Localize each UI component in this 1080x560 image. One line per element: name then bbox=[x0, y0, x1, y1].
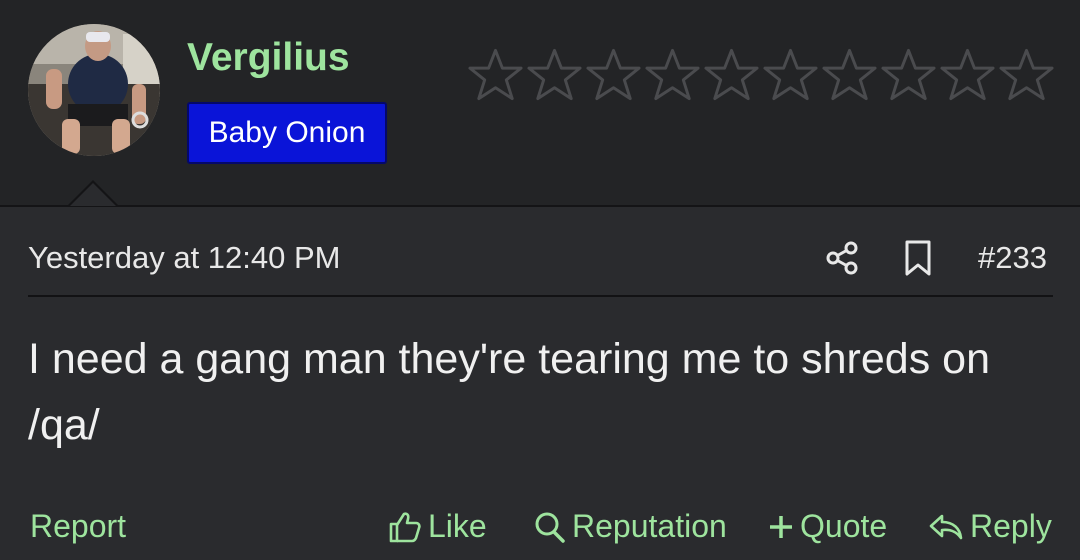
like-button[interactable]: Like bbox=[388, 508, 487, 545]
thumbs-up-icon bbox=[389, 511, 421, 542]
share-icon[interactable] bbox=[824, 240, 860, 276]
star-icon bbox=[881, 48, 936, 101]
rating-stars bbox=[466, 46, 1056, 104]
star-icon bbox=[763, 48, 818, 101]
star-icon bbox=[468, 48, 523, 101]
username[interactable]: Vergilius bbox=[187, 36, 350, 80]
reputation-label: Reputation bbox=[572, 508, 727, 544]
reply-button[interactable]: Reply bbox=[928, 508, 1052, 545]
user-title-badge: Baby Onion bbox=[187, 102, 387, 164]
plus-icon bbox=[770, 515, 792, 538]
reply-arrow-icon bbox=[929, 514, 963, 539]
like-label: Like bbox=[428, 508, 487, 544]
star-icon bbox=[704, 48, 759, 101]
reputation-button[interactable]: Reputation bbox=[534, 508, 727, 545]
report-label: Report bbox=[30, 508, 127, 544]
reply-label: Reply bbox=[970, 508, 1052, 544]
star-icon bbox=[586, 48, 641, 101]
star-icon bbox=[645, 48, 700, 101]
quote-button[interactable]: Quote bbox=[768, 508, 887, 545]
star-icon bbox=[940, 48, 995, 101]
user-header: Vergilius Baby Onion bbox=[0, 0, 1080, 207]
divider bbox=[28, 295, 1053, 297]
report-link[interactable]: Report bbox=[30, 508, 126, 545]
star-icon bbox=[822, 48, 877, 101]
post-number-link[interactable]: #233 bbox=[978, 240, 1047, 276]
search-icon bbox=[535, 512, 565, 543]
bookmark-icon[interactable] bbox=[902, 240, 934, 276]
star-icon bbox=[999, 48, 1054, 101]
star-icon bbox=[527, 48, 582, 101]
quote-label: Quote bbox=[800, 508, 888, 544]
post-timestamp[interactable]: Yesterday at 12:40 PM bbox=[28, 240, 341, 276]
avatar-photo bbox=[28, 24, 160, 156]
post-body-text: I need a gang man they're tearing me to … bbox=[28, 335, 990, 449]
avatar[interactable] bbox=[28, 24, 160, 156]
